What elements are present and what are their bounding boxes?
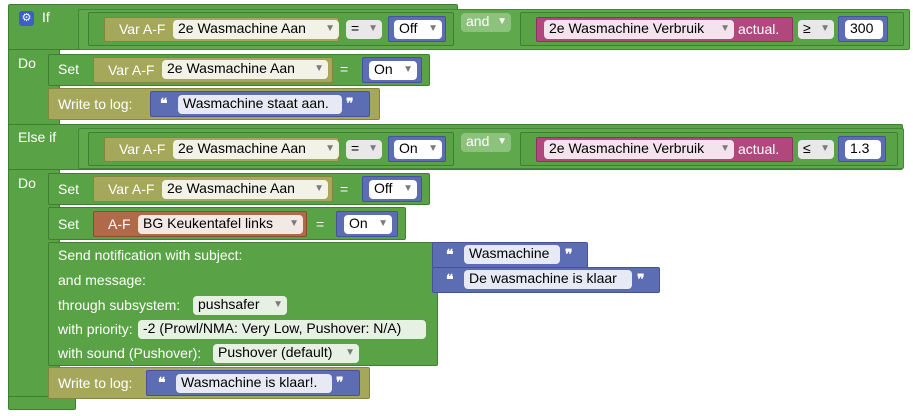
value-select-2[interactable]: On ▼ (394, 140, 442, 159)
set-value-select-1[interactable]: On ▼ (369, 61, 417, 80)
message-text-field[interactable]: De wasmachine is klaar (464, 270, 632, 289)
quote-close-icon: ❞ (637, 271, 645, 287)
chevron-down-icon: ▼ (497, 136, 507, 147)
chevron-down-icon: ▼ (325, 143, 335, 154)
notify-subject-label: Send notification with subject: (58, 247, 243, 263)
set-device-select-2[interactable]: 2e Wasmachine Aan ▼ (162, 180, 328, 199)
operator-select-2[interactable]: = ▼ (346, 140, 382, 159)
notify-priority-label: with priority: (58, 321, 133, 337)
set-eq-3: = (316, 216, 325, 232)
value-select-1[interactable]: Off ▼ (394, 20, 442, 39)
priority-select[interactable]: -2 (Prowl/NMA: Very Low, Pushover: N/A) (138, 320, 426, 339)
do-label-2: Do (18, 175, 36, 191)
and-select-2[interactable]: and ▼ (461, 133, 511, 152)
device-select-4[interactable]: 2e Wasmachine Verbruik ▼ (544, 140, 734, 159)
set-label-1: Set (58, 61, 80, 77)
number-field-2[interactable]: 1.3 (845, 140, 881, 159)
device-suffix-1: actual. (738, 21, 780, 37)
device-select-1[interactable]: 2e Wasmachine Aan ▼ (173, 20, 339, 39)
chevron-down-icon: ▼ (368, 143, 378, 154)
chevron-down-icon: ▼ (273, 299, 283, 310)
chevron-down-icon: ▼ (403, 183, 413, 194)
quote-open-icon: ❝ (446, 271, 454, 287)
number-field-1[interactable]: 300 (845, 20, 883, 39)
quote-close-icon: ❞ (346, 95, 354, 111)
chevron-down-icon: ▼ (820, 143, 830, 154)
set-device-select-1[interactable]: 2e Wasmachine Aan ▼ (162, 60, 328, 79)
chevron-down-icon: ▼ (345, 347, 355, 358)
chevron-down-icon: ▼ (378, 218, 388, 229)
quote-open-icon: ❝ (446, 246, 454, 262)
set-var-label-3: A-F (108, 216, 131, 232)
gear-icon[interactable]: ⚙ (19, 11, 34, 26)
operator-select-1[interactable]: = ▼ (346, 20, 382, 39)
chevron-down-icon: ▼ (314, 183, 324, 194)
comparator-select-1[interactable]: ≥ ▼ (798, 20, 834, 39)
set-eq-2: = (340, 181, 349, 197)
subject-text-field[interactable]: Wasmachine (464, 245, 560, 264)
chevron-down-icon: ▼ (428, 143, 438, 154)
if-label: If (42, 9, 50, 25)
device-suffix-2: actual. (738, 141, 780, 157)
set-value-select-3[interactable]: On ▼ (344, 215, 392, 234)
notify-message-label: and message: (58, 272, 146, 288)
device-select-2[interactable]: 2e Wasmachine Verbruik ▼ (544, 20, 734, 39)
do-label: Do (18, 55, 36, 71)
set-device-select-3[interactable]: BG Keukentafel links ▼ (138, 215, 303, 234)
quote-open-icon: ❝ (158, 374, 166, 390)
sound-select[interactable]: Pushover (default) ▼ (213, 344, 359, 363)
log-label-1: Write to log: (58, 96, 133, 112)
log-text-field-2[interactable]: Wasmachine is klaar!. (176, 374, 332, 393)
chevron-down-icon: ▼ (325, 23, 335, 34)
quote-close-icon: ❞ (336, 374, 344, 390)
chevron-down-icon: ▼ (428, 23, 438, 34)
notify-subsystem-label: through subsystem: (58, 297, 181, 313)
set-value-select-2[interactable]: Off ▼ (369, 180, 417, 199)
else-if-label: Else if (18, 129, 57, 145)
chevron-down-icon: ▼ (403, 64, 413, 75)
subsystem-select[interactable]: pushsafer ▼ (193, 296, 287, 315)
log-text-field-1[interactable]: Wasmachine staat aan. (178, 95, 342, 114)
chevron-down-icon: ▼ (497, 16, 507, 27)
set-eq-1: = (340, 61, 349, 77)
notify-sound-label: with sound (Pushover): (58, 345, 202, 361)
set-var-label-1: Var A-F (108, 62, 155, 78)
quote-open-icon: ❝ (160, 95, 168, 111)
quote-close-icon: ❞ (565, 246, 573, 262)
chevron-down-icon: ▼ (820, 23, 830, 34)
var-label-1: Var A-F (119, 21, 166, 37)
log-label-2: Write to log: (58, 375, 133, 391)
set-var-label-2: Var A-F (108, 181, 155, 197)
chevron-down-icon: ▼ (720, 143, 730, 154)
and-select-1[interactable]: and ▼ (461, 13, 511, 32)
chevron-down-icon: ▼ (289, 218, 299, 229)
chevron-down-icon: ▼ (368, 23, 378, 34)
chevron-down-icon: ▼ (720, 23, 730, 34)
set-label-2: Set (58, 181, 80, 197)
comparator-select-2[interactable]: ≤ ▼ (798, 140, 834, 159)
device-select-3[interactable]: 2e Wasmachine Aan ▼ (173, 140, 339, 159)
var-label-2: Var A-F (119, 141, 166, 157)
chevron-down-icon: ▼ (314, 63, 324, 74)
set-label-3: Set (58, 216, 80, 232)
